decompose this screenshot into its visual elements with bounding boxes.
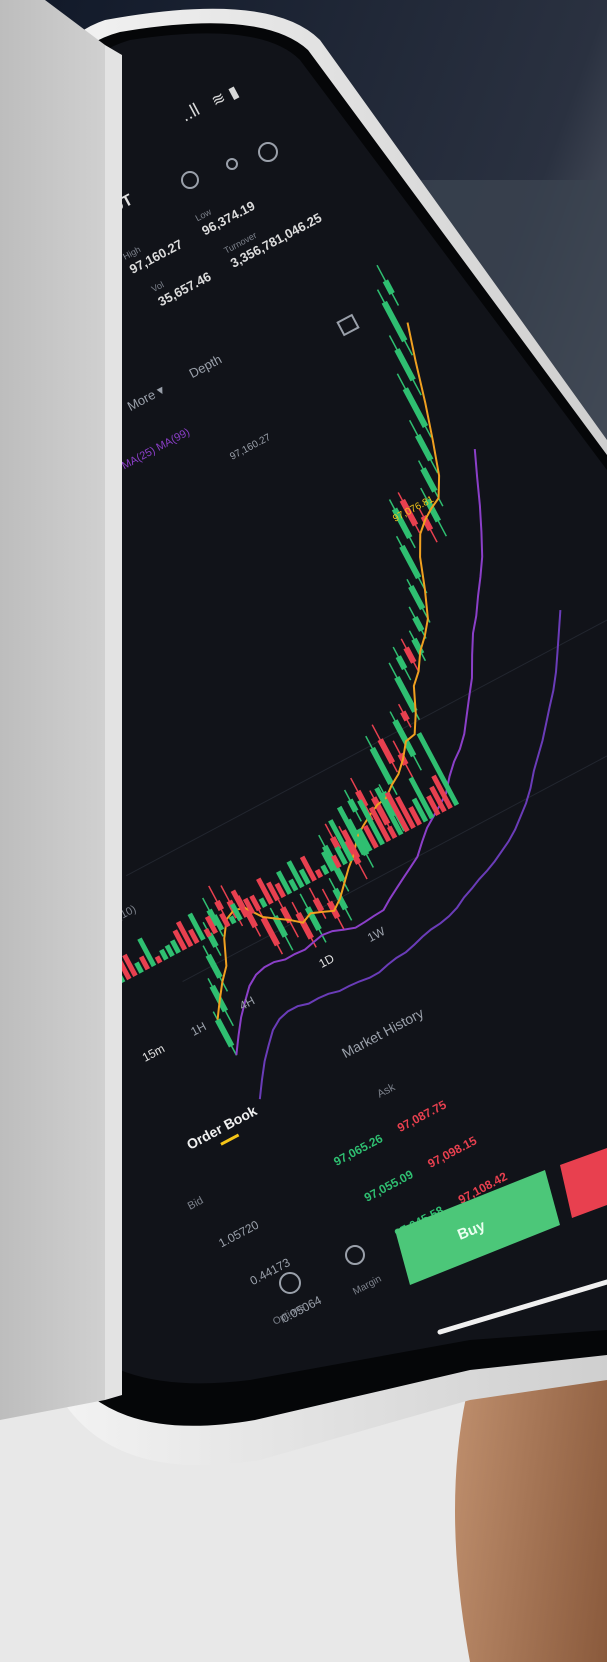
phone-trading-photo: ..ll ≋ ▮ UT High 97,160.27 Low 96,374.19… bbox=[0, 0, 607, 1662]
foreground-panel bbox=[0, 0, 105, 1420]
foreground-panel-edge bbox=[105, 45, 122, 1400]
